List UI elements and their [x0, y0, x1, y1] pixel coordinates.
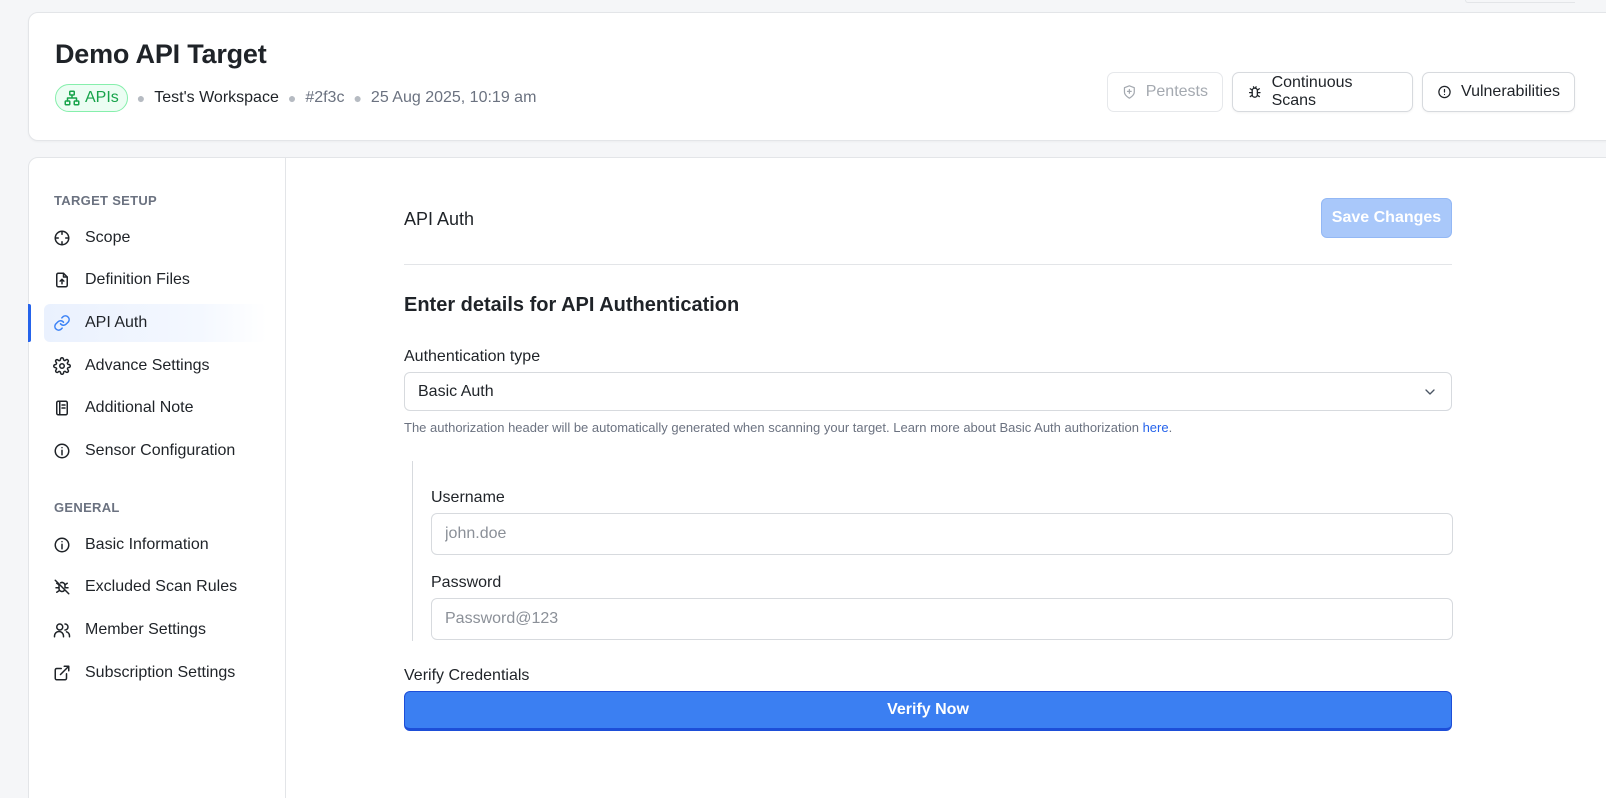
- continuous-scans-label: Continuous Scans: [1271, 74, 1353, 109]
- link-icon: [54, 315, 70, 331]
- info-icon: [54, 537, 70, 553]
- password-input[interactable]: [431, 598, 1453, 640]
- sidebar-item-label: API Auth: [85, 314, 148, 331]
- divider: [404, 264, 1452, 265]
- sidebar-item-basic-information[interactable]: Basic Information: [44, 526, 267, 564]
- workspace-name: Test's Workspace: [154, 89, 279, 106]
- target-id: #2f3c: [305, 89, 345, 106]
- sidebar-item-advance-settings[interactable]: Advance Settings: [44, 347, 267, 385]
- credentials-group: Username Password: [412, 461, 1453, 641]
- sidebar-item-label: Sensor Configuration: [85, 442, 236, 459]
- sidebar-item-member-settings[interactable]: Member Settings: [44, 611, 267, 649]
- target-setup-section-title: TARGET SETUP: [54, 193, 158, 208]
- sitemap-icon: [64, 90, 80, 106]
- sidebar-item-label: Advance Settings: [85, 357, 210, 374]
- separator-dot: ●: [136, 90, 146, 106]
- page-title: Demo API Target: [55, 39, 267, 69]
- sidebar-item-label: Member Settings: [85, 621, 206, 638]
- bug-off-icon: [54, 579, 70, 595]
- sidebar-item-definition-files[interactable]: Definition Files: [44, 261, 267, 299]
- settings-sidebar: TARGET SETUP Scope Definition Files API …: [28, 158, 286, 798]
- sidebar-item-label: Additional Note: [85, 399, 194, 416]
- auth-help-text: The authorization header will be automat…: [404, 420, 1172, 435]
- sidebar-item-excluded-scan-rules[interactable]: Excluded Scan Rules: [44, 568, 267, 606]
- separator-dot: ●: [287, 90, 297, 106]
- auth-type-label: Authentication type: [404, 348, 541, 365]
- target-meta: APIs ● Test's Workspace ● #2f3c ● 25 Aug…: [55, 84, 536, 112]
- sidebar-item-scope[interactable]: Scope: [44, 219, 267, 257]
- sidebar-item-label: Scope: [85, 229, 131, 246]
- continuous-scans-button[interactable]: Continuous Scans: [1232, 72, 1413, 112]
- form-heading: Enter details for API Authentication: [404, 294, 740, 316]
- sidebar-item-api-auth[interactable]: API Auth: [44, 304, 267, 342]
- sidebar-item-label: Subscription Settings: [85, 664, 236, 681]
- external-link-icon: [54, 665, 70, 681]
- gear-icon: [53, 357, 71, 375]
- sidebar-item-label: Basic Information: [85, 536, 209, 553]
- help-text: The authorization header will be automat…: [404, 420, 1143, 435]
- sidebar-item-subscription-settings[interactable]: Subscription Settings: [44, 654, 267, 692]
- vulnerabilities-button[interactable]: Vulnerabilities: [1422, 72, 1575, 112]
- save-changes-button[interactable]: Save Changes: [1321, 198, 1452, 238]
- sidebar-item-sensor-configuration[interactable]: Sensor Configuration: [44, 432, 267, 470]
- sidebar-item-additional-note[interactable]: Additional Note: [44, 389, 267, 427]
- learn-more-link[interactable]: here: [1143, 420, 1169, 435]
- notebook-icon: [56, 400, 68, 416]
- users-icon: [53, 623, 71, 638]
- general-section-title: GENERAL: [54, 500, 120, 515]
- settings-panel: TARGET SETUP Scope Definition Files API …: [28, 157, 1606, 798]
- password-label: Password: [431, 574, 502, 591]
- verify-now-button[interactable]: Verify Now: [404, 691, 1452, 731]
- username-label: Username: [431, 489, 505, 506]
- active-indicator: [28, 304, 31, 342]
- sidebar-item-label: Definition Files: [85, 271, 190, 288]
- pentests-button[interactable]: Pentests: [1107, 72, 1223, 112]
- target-type-badge: APIs: [55, 84, 128, 112]
- auth-type-select[interactable]: Basic Auth: [404, 372, 1452, 411]
- pentests-label: Pentests: [1145, 83, 1208, 100]
- verify-credentials-label: Verify Credentials: [404, 667, 530, 684]
- target-type-label: APIs: [85, 89, 119, 106]
- sidebar-item-label: Excluded Scan Rules: [85, 578, 238, 595]
- crosshair-icon: [54, 230, 70, 246]
- shield-plus-icon: [1123, 85, 1135, 99]
- auth-type-value: Basic Auth: [418, 382, 494, 400]
- target-header: Demo API Target APIs ● Test's Workspace …: [28, 12, 1606, 141]
- info-icon: [54, 443, 70, 459]
- vulnerabilities-label: Vulnerabilities: [1460, 83, 1560, 100]
- alert-circle-icon: [1438, 85, 1451, 99]
- separator-dot: ●: [353, 90, 362, 106]
- section-title: API Auth: [404, 209, 475, 229]
- file-upload-icon: [56, 272, 68, 288]
- top-edge-tab: [1465, 0, 1575, 3]
- bug-icon: [1248, 86, 1261, 98]
- username-input[interactable]: [431, 513, 1453, 555]
- created-timestamp: 25 Aug 2025, 10:19 am: [370, 89, 537, 106]
- help-suffix: .: [1168, 420, 1173, 435]
- chevron-down-icon: [1425, 389, 1435, 395]
